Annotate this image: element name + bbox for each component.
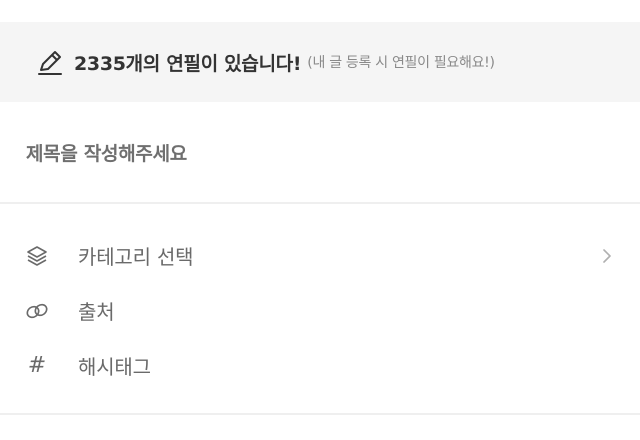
post-options-list: 카테고리 선택 출처 # 해시태그 <box>0 204 640 415</box>
pencil-icon <box>34 46 66 78</box>
hashtag-label: 해시태그 <box>78 355 151 379</box>
pencil-required-note: (내 글 등록 시 연필이 필요해요!) <box>307 55 495 71</box>
pencil-count-text: 2335개의 연필이 있습니다! <box>74 52 302 75</box>
link-icon <box>24 298 50 324</box>
title-input[interactable]: 제목을 작성해주세요 <box>0 102 640 204</box>
layers-icon <box>24 243 50 269</box>
category-select-label: 카테고리 선택 <box>78 245 194 269</box>
top-spacer <box>0 0 640 22</box>
source-row[interactable]: 출처 <box>0 283 640 338</box>
chevron-right-icon <box>600 246 614 266</box>
hashtag-row[interactable]: # 해시태그 <box>0 338 640 393</box>
category-select-row[interactable]: 카테고리 선택 <box>0 228 640 283</box>
write-post-page: 2335개의 연필이 있습니다! (내 글 등록 시 연필이 필요해요!) 제목… <box>0 0 640 440</box>
hash-icon: # <box>27 352 47 378</box>
title-placeholder: 제목을 작성해주세요 <box>26 142 187 165</box>
pencil-count-banner: 2335개의 연필이 있습니다! (내 글 등록 시 연필이 필요해요!) <box>0 22 640 102</box>
source-label: 출처 <box>78 300 115 324</box>
